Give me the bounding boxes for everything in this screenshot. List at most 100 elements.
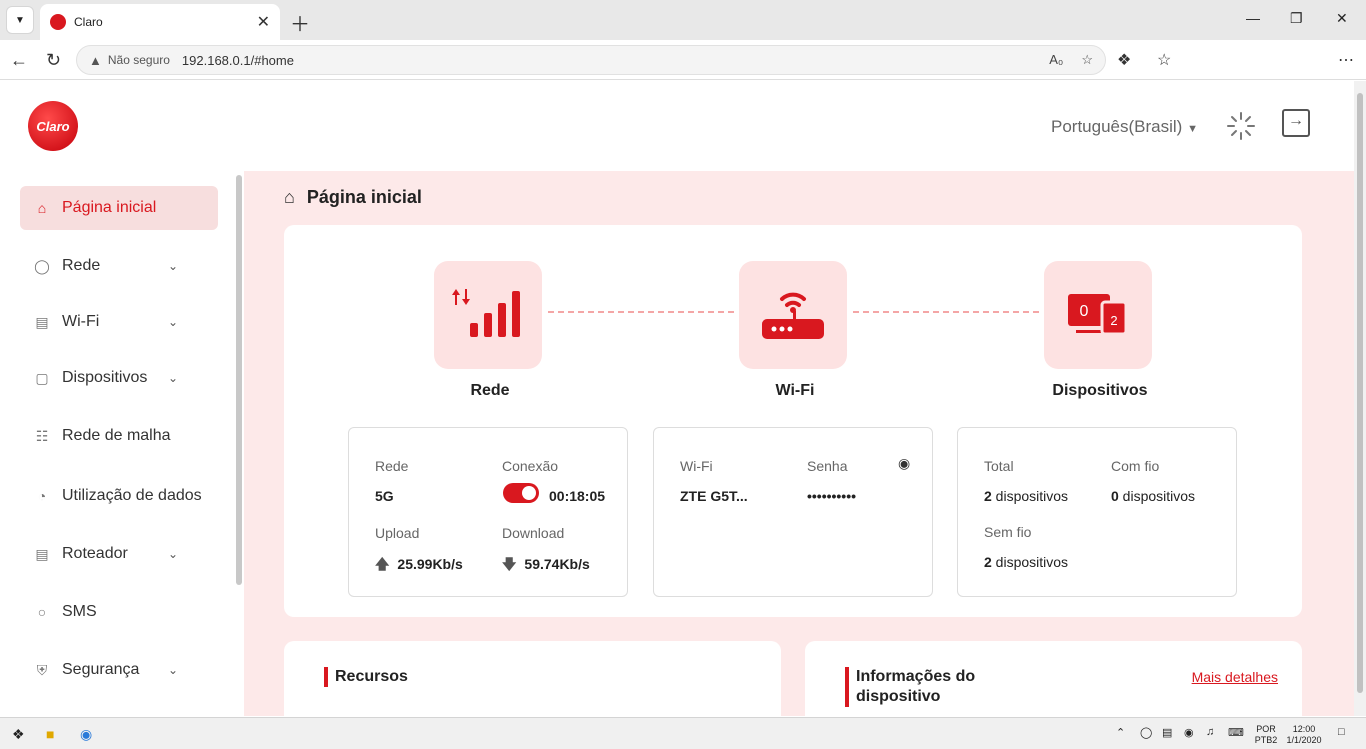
read-aloud-icon[interactable]: A₀ xyxy=(1049,52,1063,68)
language-select[interactable]: Português(Brasil) ▼ xyxy=(1051,117,1198,137)
new-tab-button[interactable]: ＋ xyxy=(290,8,310,37)
claro-favicon xyxy=(50,14,66,30)
sidebar-item-wifi[interactable]: ▤ Wi-Fi ⌄ xyxy=(20,300,218,344)
warning-icon[interactable]: ▲ xyxy=(89,53,102,68)
address-bar[interactable]: ▲ Não seguro 192.168.0.1/#home A₀ ☆ xyxy=(76,45,1106,75)
connection-toggle[interactable] xyxy=(503,483,539,503)
volume-icon[interactable]: ♫ xyxy=(1206,726,1214,738)
sidebar-item-rede-de-malha[interactable]: ☷ Rede de malha xyxy=(20,414,218,458)
globe-icon: ◯ xyxy=(34,257,50,274)
router-wifi-icon[interactable] xyxy=(739,261,847,369)
download-arrow-icon: 🡇 xyxy=(502,556,517,572)
chevron-down-icon: ▼ xyxy=(15,14,25,26)
device-info-title-line1: Informações do xyxy=(856,668,976,685)
page-title-text: Página inicial xyxy=(306,187,422,207)
favorite-star-icon[interactable]: ☆ xyxy=(1081,52,1093,68)
eye-off-icon[interactable]: ◉ xyxy=(898,455,910,472)
more-menu-icon[interactable]: ⋯ xyxy=(1338,50,1354,70)
globe-tray-icon[interactable]: ◉ xyxy=(1184,726,1194,739)
total-count: 2 xyxy=(984,488,992,504)
sidebar-item-label: Roteador xyxy=(62,545,128,562)
chevron-down-icon: ⌄ xyxy=(167,259,178,273)
notification-icon[interactable]: □ xyxy=(1338,726,1345,738)
file-explorer-icon[interactable]: ■ xyxy=(46,726,54,742)
caret-down-icon: ▼ xyxy=(1187,123,1198,135)
network-signal-icon[interactable] xyxy=(434,261,542,369)
close-tab-icon[interactable]: ✕ xyxy=(257,12,270,32)
not-secure-label[interactable]: Não seguro xyxy=(108,53,170,67)
mesh-icon: ☷ xyxy=(35,427,49,444)
input-language[interactable]: POR PTB2 xyxy=(1254,724,1278,746)
sidebar-item-label: Rede xyxy=(62,257,101,274)
connector-line xyxy=(548,311,734,313)
page-title: ⌂ Página inicial xyxy=(284,187,422,208)
pie-icon: ◔ xyxy=(37,488,47,504)
connector-line xyxy=(853,311,1039,313)
browser-tab-strip: ▼ Claro ✕ ＋ — ❐ ✕ xyxy=(0,0,1366,40)
devices-count-icon[interactable]: 0 2 xyxy=(1044,261,1152,369)
chevron-down-icon: ⌄ xyxy=(167,371,178,385)
router-page: Claro Português(Brasil) ▼ → ⌂ Página ini… xyxy=(4,81,1354,716)
browser-taskbar-icon[interactable]: ◉ xyxy=(80,726,92,743)
browser-tab[interactable]: Claro ✕ xyxy=(40,4,280,40)
extensions-icon[interactable]: ❖ xyxy=(1117,50,1131,70)
devices-icon: 0 2 xyxy=(1068,294,1128,336)
loading-spinner-icon xyxy=(1227,112,1255,140)
sidebar-item-seguranca[interactable]: ⛨ Segurança ⌄ xyxy=(20,648,218,692)
sidebar-item-utilizacao-de-dados[interactable]: ◔ Utilização de dados xyxy=(20,474,218,518)
upload-arrow-icon: 🡅 xyxy=(375,556,390,572)
download-value: 59.74Kb/s xyxy=(524,556,590,572)
keyboard-icon[interactable]: ⌨ xyxy=(1228,726,1244,739)
mais-detalhes-link[interactable]: Mais detalhes xyxy=(1192,669,1278,685)
wireless-count: 2 xyxy=(1110,313,1117,328)
device-info-title: Informações do dispositivo xyxy=(845,667,975,707)
clock-time: 12:00 xyxy=(1292,724,1316,734)
sidebar: ⌂ Página inicial ◯ Rede ⌄ ▤ Wi-Fi ⌄ ▢ Di… xyxy=(4,171,244,716)
senha-label: Senha xyxy=(807,458,848,474)
total-label: Total xyxy=(984,458,1014,474)
close-window-button[interactable]: ✕ xyxy=(1336,10,1348,27)
router-icon: ▤ xyxy=(35,313,49,330)
wifi-caption: Wi-Fi xyxy=(775,382,815,399)
router-icon: ▤ xyxy=(35,545,49,562)
wifi-label: Wi-Fi xyxy=(680,458,713,474)
back-icon[interactable]: ← xyxy=(10,50,28,71)
sem-fio-unit: dispositivos xyxy=(991,554,1069,570)
rede-info-panel: Rede 5G Conexão 00:18:05 Upload 🡅 25.99Kb… xyxy=(348,427,628,597)
browser-toolbar: ← ↻ ▲ Não seguro 192.168.0.1/#home A₀ ☆ … xyxy=(0,40,1366,80)
clock-date: 1/1/2020 xyxy=(1286,735,1322,745)
sidebar-item-label: Utilização de dados xyxy=(62,487,202,504)
url-text[interactable]: 192.168.0.1/#home xyxy=(182,53,294,68)
sidebar-item-sms[interactable]: ○ SMS xyxy=(20,590,218,634)
reload-icon[interactable]: ↻ xyxy=(46,50,61,71)
tray-chevron-icon[interactable]: ⌃ xyxy=(1116,726,1125,739)
sidebar-item-dispositivos[interactable]: ▢ Dispositivos ⌄ xyxy=(20,356,218,400)
page-scrollbar[interactable] xyxy=(1354,81,1366,716)
clock[interactable]: 12:00 1/1/2020 xyxy=(1282,724,1326,746)
minimize-button[interactable]: — xyxy=(1246,10,1260,26)
upload-value: 25.99Kb/s xyxy=(397,556,463,572)
tab-list-button[interactable]: ▼ xyxy=(6,6,34,34)
recursos-card: Recursos xyxy=(284,641,781,716)
device-info-title-line2: dispositivo xyxy=(856,688,941,705)
sidebar-item-roteador[interactable]: ▤ Roteador ⌄ xyxy=(20,532,218,576)
maximize-button[interactable]: ❐ xyxy=(1290,10,1303,27)
language-label: Português(Brasil) xyxy=(1051,117,1183,136)
claro-logo[interactable]: Claro xyxy=(28,101,78,151)
sem-fio-label: Sem fio xyxy=(984,524,1032,540)
sidebar-item-pagina-inicial[interactable]: ⌂ Página inicial xyxy=(20,186,218,230)
sidebar-scrollbar[interactable] xyxy=(236,175,242,585)
home-icon: ⌂ xyxy=(37,200,47,216)
favorites-icon[interactable]: ☆ xyxy=(1157,50,1171,70)
devices-caption: Dispositivos xyxy=(1052,382,1148,399)
sidebar-item-rede[interactable]: ◯ Rede ⌄ xyxy=(20,244,218,288)
scrollbar-thumb[interactable] xyxy=(1357,93,1363,693)
rede-caption: Rede xyxy=(470,382,510,399)
windows-start-icon[interactable]: ❖ xyxy=(12,726,25,743)
wifi-ssid: ZTE G5T... xyxy=(680,488,748,504)
senha-value: •••••••••• xyxy=(807,488,857,504)
network-tray-icon[interactable]: ▤ xyxy=(1162,726,1172,739)
home-icon: ⌂ xyxy=(284,187,295,207)
tray-app-icon[interactable]: ◯ xyxy=(1140,726,1152,739)
logout-icon[interactable]: → xyxy=(1282,109,1310,137)
